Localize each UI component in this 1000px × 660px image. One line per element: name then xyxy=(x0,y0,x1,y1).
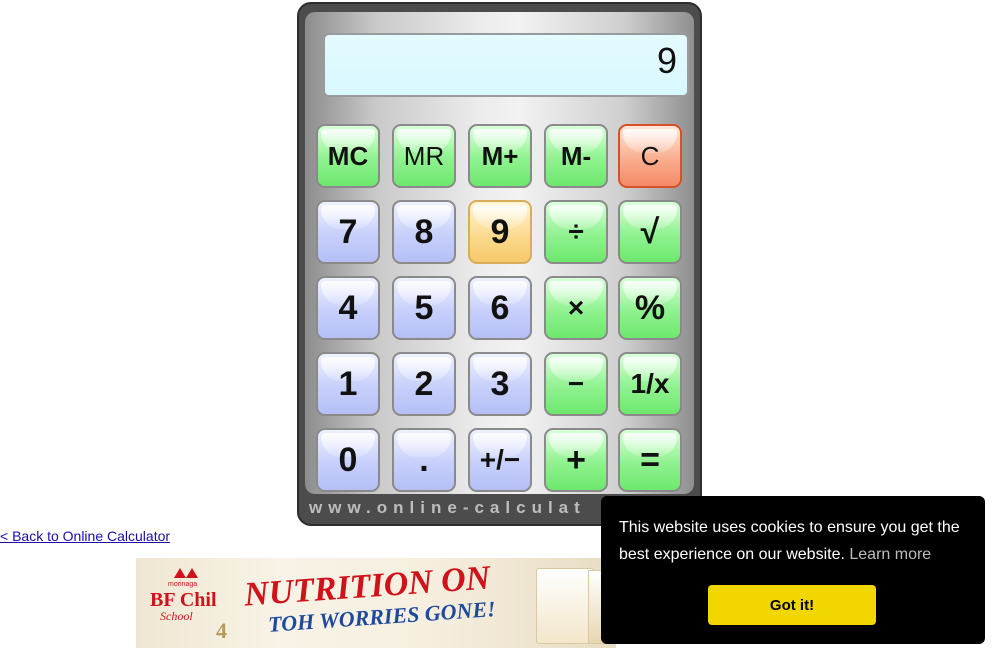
equals-button[interactable]: = xyxy=(618,428,682,492)
cookie-message: This website uses cookies to ensure you … xyxy=(619,514,969,568)
calculator-display: 9 xyxy=(323,33,689,97)
digit-8-button[interactable]: 8 xyxy=(392,200,456,264)
product-pack-image xyxy=(536,568,594,644)
digit-5-button[interactable]: 5 xyxy=(392,276,456,340)
svg-text:4: 4 xyxy=(216,618,227,643)
mc-button[interactable]: MC xyxy=(316,124,380,188)
cookie-consent-banner: This website uses cookies to ensure you … xyxy=(601,496,985,644)
digit-4-button[interactable]: 4 xyxy=(316,276,380,340)
clear-button[interactable]: C xyxy=(618,124,682,188)
digit-1-button[interactable]: 1 xyxy=(316,352,380,416)
display-value: 9 xyxy=(656,40,677,81)
divide-button[interactable]: ÷ xyxy=(544,200,608,264)
square-root-button[interactable]: √ xyxy=(618,200,682,264)
percent-button[interactable]: % xyxy=(618,276,682,340)
calculator-body: 9 MC MR M+ M- C 7 8 9 ÷ √ 4 5 6 × % 1 2 … xyxy=(305,12,694,494)
digit-7-button[interactable]: 7 xyxy=(316,200,380,264)
sign-toggle-button[interactable]: +/− xyxy=(468,428,532,492)
subtract-button[interactable]: − xyxy=(544,352,608,416)
add-button[interactable]: + xyxy=(544,428,608,492)
digit-0-button[interactable]: 0 xyxy=(316,428,380,492)
decimal-point-button[interactable]: . xyxy=(392,428,456,492)
multiply-button[interactable]: × xyxy=(544,276,608,340)
svg-text:morinaga: morinaga xyxy=(168,581,197,588)
digit-9-button[interactable]: 9 xyxy=(468,200,532,264)
m-minus-button[interactable]: M- xyxy=(544,124,608,188)
digit-3-button[interactable]: 3 xyxy=(468,352,532,416)
calculator-brand-text: www.online-calculat xyxy=(309,498,586,517)
ad-banner[interactable]: morinaga BF Chil School 4 NUTRITION ON T… xyxy=(136,558,616,648)
morinaga-logo-icon: morinaga BF Chil School 4 xyxy=(150,568,227,643)
digit-2-button[interactable]: 2 xyxy=(392,352,456,416)
back-to-calculator-link[interactable]: < Back to Online Calculator xyxy=(0,528,170,544)
reciprocal-button[interactable]: 1/x xyxy=(618,352,682,416)
mr-button[interactable]: MR xyxy=(392,124,456,188)
m-plus-button[interactable]: M+ xyxy=(468,124,532,188)
accept-cookies-button[interactable]: Got it! xyxy=(708,585,876,625)
svg-text:School: School xyxy=(160,609,193,623)
learn-more-link[interactable]: Learn more xyxy=(849,546,931,563)
ad-brand-logo: morinaga BF Chil School 4 xyxy=(146,562,256,644)
svg-text:BF Chil: BF Chil xyxy=(150,589,217,611)
digit-6-button[interactable]: 6 xyxy=(468,276,532,340)
calculator: 9 MC MR M+ M- C 7 8 9 ÷ √ 4 5 6 × % 1 2 … xyxy=(297,2,702,526)
